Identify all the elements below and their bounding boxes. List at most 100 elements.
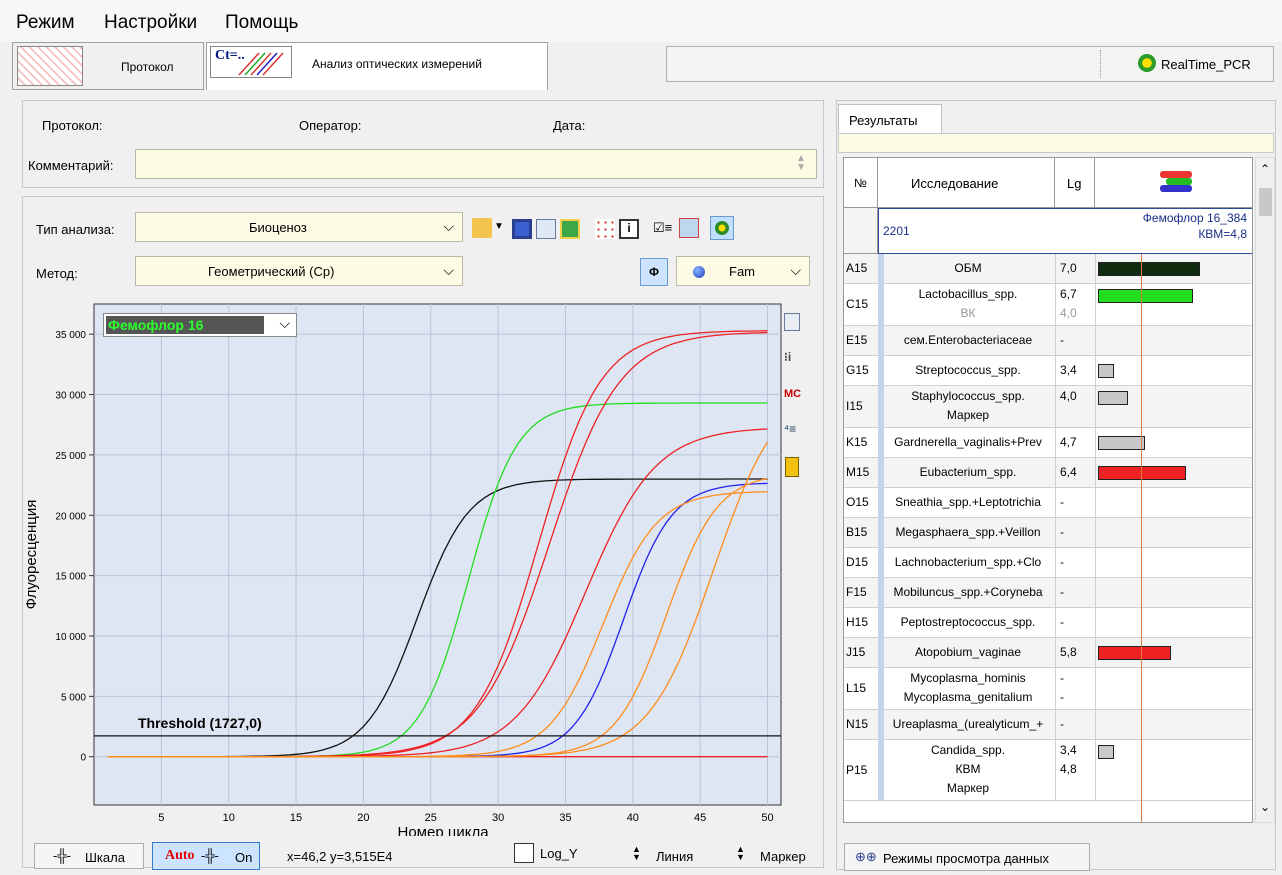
column-divider <box>1055 254 1056 284</box>
column-divider <box>1055 740 1056 801</box>
crosshair-icon: -╬- <box>201 848 219 863</box>
study-name: Mobiluncus_spp.+Coryneba <box>893 585 1043 599</box>
study-name: Lachnobacterium_spp.+Clo <box>894 555 1042 569</box>
column-divider <box>1055 638 1056 668</box>
study-name: Candida_spp. <box>930 743 1006 757</box>
lg-value: - <box>1060 717 1064 731</box>
result-row[interactable]: J15 Atopobium_vaginae 5,8 <box>844 638 1252 668</box>
results-table[interactable]: № Исследование Lg 2201 Фемофлор 16_384 К… <box>843 157 1253 823</box>
study-name: Sneathia_spp.+Leptotrichia <box>895 495 1041 509</box>
view-modes-button[interactable]: ⊕⊕ Режимы просмотра данных <box>844 843 1090 871</box>
menu-settings[interactable]: Настройки <box>104 12 197 34</box>
phi-button[interactable]: Φ <box>640 258 668 286</box>
info-icon[interactable]: i <box>619 219 639 239</box>
gear-icon[interactable] <box>1138 54 1156 72</box>
scroll-down-icon[interactable]: ⌄ <box>1260 800 1270 814</box>
sample-id: 2201 <box>883 224 910 238</box>
tab-results[interactable]: Результаты <box>838 104 942 134</box>
y-tick-label: 15 000 <box>55 572 86 583</box>
result-row[interactable]: I15 Staphylococcus_spp. 4,0 Маркер <box>844 386 1252 428</box>
study-name: Ureaplasma_(urealyticum_+ <box>892 717 1044 731</box>
header-n[interactable]: № <box>844 158 878 208</box>
line-spin-icon[interactable]: ▲ ▼ <box>632 845 641 862</box>
channel-select[interactable]: Fam ⌵ <box>676 256 810 286</box>
header-chart[interactable] <box>1095 158 1252 208</box>
report-icon[interactable] <box>560 219 580 239</box>
result-row[interactable]: K15 Gardnerella_vaginalis+Prev 4,7 <box>844 428 1252 458</box>
method-label: Метод: <box>36 266 78 281</box>
lg-value: 3,4 <box>1060 743 1077 757</box>
well-id: N15 <box>846 717 869 731</box>
marker-spin-icon[interactable]: ▲ ▼ <box>736 845 745 862</box>
scale-button[interactable]: -╬- Шкала <box>34 843 144 869</box>
y-tick-label: 5 000 <box>61 692 86 703</box>
log-y-label: Log_Y <box>540 846 578 861</box>
method-select[interactable]: Геометрический (Ср) ⌵ <box>135 256 463 286</box>
save-icon[interactable] <box>512 219 532 239</box>
ruler-icon[interactable] <box>785 457 799 477</box>
result-row[interactable]: C15 Lactobacillus_spp. 6,7 ВК 4,0 <box>844 284 1252 326</box>
result-bar <box>1098 745 1114 759</box>
copy-icon[interactable] <box>536 219 556 239</box>
result-bar <box>1098 391 1128 405</box>
log-y-checkbox[interactable] <box>514 843 534 863</box>
info-dots-icon[interactable]: ⁝i <box>784 350 800 368</box>
sample-assay: Фемофлор 16_384 <box>1142 211 1247 225</box>
results-scrollbar[interactable]: ⌃ ⌄ <box>1255 157 1275 823</box>
column-divider <box>1055 386 1056 428</box>
header-study[interactable]: Исследование <box>878 158 1055 208</box>
comment-field[interactable]: ▲ ▼ <box>135 149 817 179</box>
result-row[interactable]: B15 Megasphaera_spp.+Veillon - <box>844 518 1252 548</box>
tab-analysis-label: Анализ оптических измерений <box>312 57 482 71</box>
list-icon[interactable]: ⁴≡ <box>784 422 800 440</box>
result-row[interactable]: E15 сем.Enterobacteriaceae - <box>844 326 1252 356</box>
result-row[interactable]: M15 Eubacterium_spp. 6,4 <box>844 458 1252 488</box>
checklist-icon[interactable]: ☑≡ <box>653 219 673 239</box>
column-divider <box>1095 356 1096 386</box>
copy-chart-icon[interactable] <box>784 313 800 331</box>
menu-mode[interactable]: Режим <box>16 12 75 34</box>
lg-value: 3,4 <box>1060 363 1077 377</box>
result-row[interactable]: O15 Sneathia_spp.+Leptotrichia - <box>844 488 1252 518</box>
lg-value: - <box>1060 671 1064 685</box>
column-divider <box>1095 608 1096 638</box>
result-row[interactable]: P15 Candida_spp. 3,4 КВМ 4,8 Маркер <box>844 740 1252 801</box>
amplification-chart[interactable]: 5 10 15 20 25 30 35 40 45 50 0 5 000 10 000 15 000 20 … <box>22 296 782 836</box>
auto-scale-toggle[interactable]: Auto -╬- On <box>152 842 260 870</box>
assay-select[interactable]: Фемофлор 16 ⌵ <box>103 313 297 337</box>
column-divider <box>1055 284 1056 326</box>
dropdown-arrow-icon[interactable]: ▼ <box>494 221 504 232</box>
result-row[interactable]: G15 Streptococcus_spp. 3,4 <box>844 356 1252 386</box>
method-value: Геометрический (Ср) <box>208 264 335 279</box>
plate-grid-icon[interactable] <box>595 219 615 239</box>
device-label[interactable]: RealTime_PCR <box>1161 57 1251 72</box>
open-folder-icon[interactable] <box>472 218 492 238</box>
test-icon[interactable] <box>679 218 699 238</box>
menu-help[interactable]: Помощь <box>225 12 298 34</box>
analysis-type-select[interactable]: Биоценоз ⌵ <box>135 212 463 242</box>
lg-value: - <box>1060 525 1064 539</box>
tab-analysis[interactable]: Ct=.. Анализ оптических измерений <box>206 42 548 90</box>
result-row[interactable]: H15 Peptostreptococcus_spp. - <box>844 608 1252 638</box>
channel-color-icon <box>693 266 705 278</box>
lg-value: 4,0 <box>1060 306 1077 320</box>
tab-protocol[interactable]: Протокол <box>12 42 204 90</box>
result-row[interactable]: L15 Mycoplasma_hominis - Mycoplasma_genital… <box>844 668 1252 710</box>
column-divider <box>1095 518 1096 548</box>
x-tick-label: 50 <box>761 812 773 824</box>
mc-icon[interactable]: MC <box>784 388 802 404</box>
header-lg[interactable]: Lg <box>1055 158 1095 208</box>
scroll-thumb[interactable] <box>1259 188 1272 216</box>
result-row[interactable]: F15 Mobiluncus_spp.+Coryneba - <box>844 578 1252 608</box>
sample-row[interactable]: 2201 Фемофлор 16_384 КВМ=4,8 <box>878 208 1252 254</box>
lg-value: - <box>1060 585 1064 599</box>
result-row[interactable]: D15 Lachnobacterium_spp.+Clo - <box>844 548 1252 578</box>
settings-gear-icon[interactable] <box>710 216 734 240</box>
result-row[interactable]: N15 Ureaplasma_(urealyticum_+ - <box>844 710 1252 740</box>
scroll-up-icon[interactable]: ⌃ <box>1260 162 1270 176</box>
column-divider <box>1095 668 1096 710</box>
x-axis-label: Номер цикла <box>398 824 490 836</box>
bar-legend-icon <box>1160 171 1192 193</box>
result-row[interactable]: A15 ОБМ 7,0 <box>844 254 1252 284</box>
column-divider <box>1095 254 1096 284</box>
